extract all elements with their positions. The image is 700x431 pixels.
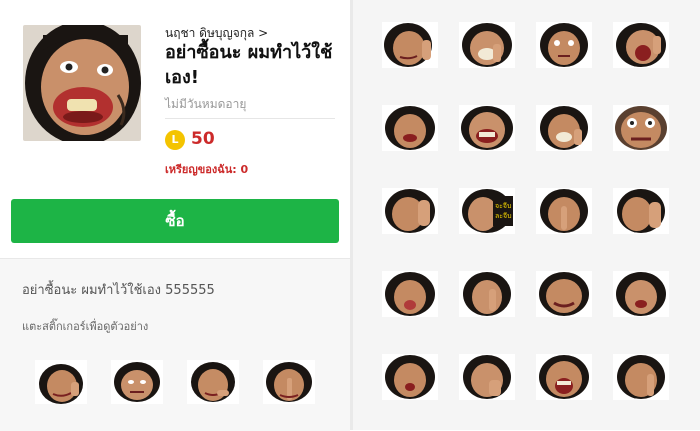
preview-sticker[interactable]: [263, 360, 315, 404]
sticker-item[interactable]: [382, 354, 438, 400]
preview-sticker[interactable]: [111, 360, 163, 404]
sticker-item[interactable]: [536, 271, 592, 317]
sticker-caption: จะจีบ: [495, 202, 511, 210]
sticker-item[interactable]: [536, 188, 592, 234]
sticker-item[interactable]: [613, 188, 669, 234]
sticker-detail-panel: นฤชา ดิษบุญจกุล > อย่าซื้อนะ ผมทำไว้ใช้เ…: [0, 0, 350, 431]
validity-text: ไม่มีวันหมดอายุ: [165, 97, 247, 111]
coin-icon: L: [165, 130, 185, 150]
sticker-item[interactable]: [613, 22, 669, 68]
sticker-item[interactable]: [459, 354, 515, 400]
sticker-item[interactable]: [459, 105, 515, 151]
sticker-item[interactable]: [382, 188, 438, 234]
description-section: อย่าซื้อนะ ผมทำไว้ใช้เอง 555555 แตะสติ๊ก…: [0, 258, 350, 431]
sticker-grid: จะจีบละจีบ: [353, 0, 700, 430]
preview-sticker[interactable]: [187, 360, 239, 404]
sticker-item[interactable]: [382, 105, 438, 151]
sticker-title: อย่าซื้อนะ ผมทำไว้ใช้เอง!: [165, 42, 333, 88]
sticker-description: อย่าซื้อนะ ผมทำไว้ใช้เอง 555555: [22, 283, 215, 298]
sticker-item[interactable]: จะจีบละจีบ: [459, 188, 515, 234]
preview-sticker[interactable]: [35, 360, 87, 404]
sticker-item[interactable]: [459, 271, 515, 317]
sticker-item[interactable]: [382, 271, 438, 317]
buy-button[interactable]: ซื้อ: [11, 199, 339, 243]
sticker-item[interactable]: [613, 354, 669, 400]
sticker-item[interactable]: [536, 105, 592, 151]
main-face-illustration: [23, 25, 141, 141]
price-value: 50: [191, 129, 215, 149]
sticker-item[interactable]: [536, 354, 592, 400]
sticker-caption: ละจีบ: [495, 212, 512, 220]
sticker-item[interactable]: [613, 105, 669, 151]
sticker-item[interactable]: [459, 22, 515, 68]
main-sticker-image: [23, 25, 141, 141]
my-coins-text: เหรียญของฉัน: 0: [165, 163, 249, 176]
sticker-item[interactable]: [613, 271, 669, 317]
sticker-item[interactable]: [382, 22, 438, 68]
sticker-item[interactable]: [536, 22, 592, 68]
preview-hint: แตะสติ๊กเกอร์เพื่อดูตัวอย่าง: [22, 320, 149, 333]
divider: [165, 118, 335, 119]
